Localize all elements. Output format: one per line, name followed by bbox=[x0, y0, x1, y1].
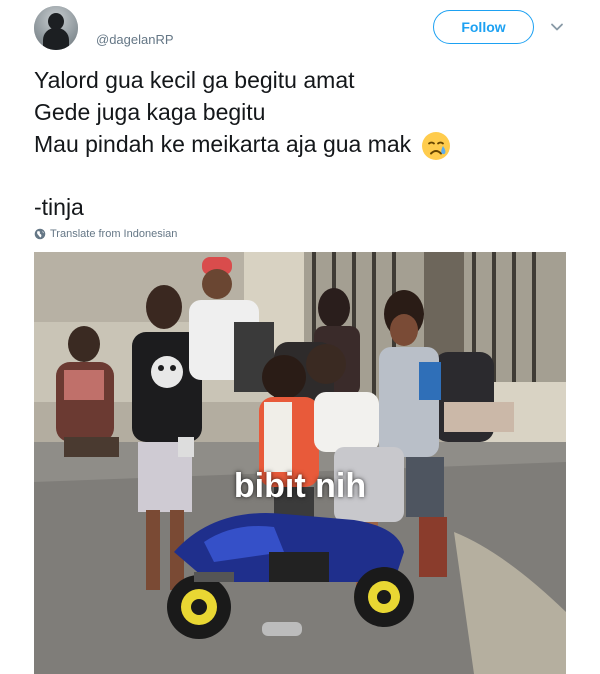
translate-label: Translate from Indonesian bbox=[50, 228, 178, 240]
tweet-signoff: -tinja bbox=[34, 194, 84, 220]
tweet-line-2: Gede juga kaga begitu bbox=[34, 99, 266, 125]
tweet-text: Yalord gua kecil ga begitu amat Gede jug… bbox=[34, 64, 574, 162]
media-gif[interactable]: bibit nih bbox=[34, 252, 566, 674]
street-scene-image bbox=[34, 252, 566, 674]
follow-button[interactable]: Follow bbox=[433, 10, 534, 44]
tweet-line-3: Mau pindah ke meikarta aja gua mak bbox=[34, 128, 574, 162]
media-caption: bibit nih bbox=[233, 467, 367, 505]
translate-link[interactable]: Translate from Indonesian bbox=[34, 228, 177, 240]
tweet-line-1: Yalord gua kecil ga begitu amat bbox=[34, 67, 355, 93]
globe-icon bbox=[34, 228, 46, 240]
crying-face-icon bbox=[421, 131, 450, 160]
avatar[interactable] bbox=[34, 6, 78, 50]
tweet-line-3-text: Mau pindah ke meikarta aja gua mak bbox=[34, 131, 412, 157]
user-handle[interactable]: @dagelanRP bbox=[96, 32, 174, 47]
chevron-down-icon[interactable] bbox=[549, 19, 565, 35]
